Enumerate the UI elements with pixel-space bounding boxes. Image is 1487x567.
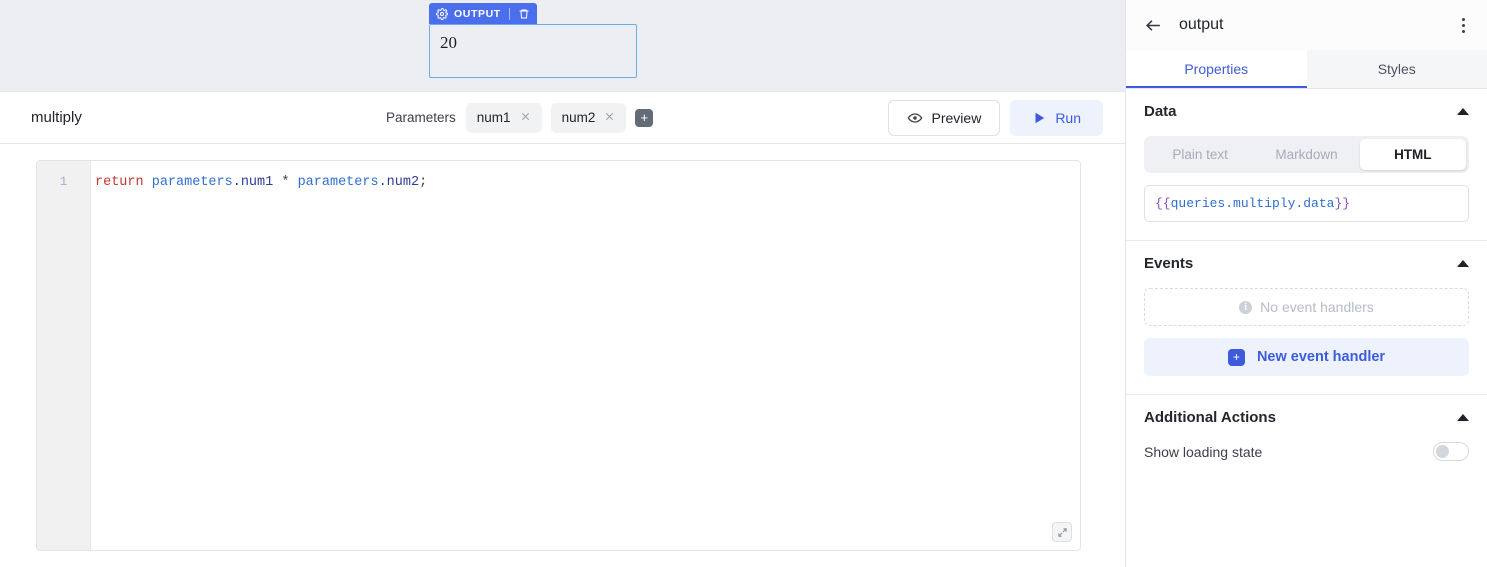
panel-tabs: Properties Styles	[1126, 50, 1487, 89]
inspector-panel: output Properties Styles Data Plain text…	[1125, 0, 1487, 567]
eye-icon	[907, 110, 923, 126]
section-additional-actions: Additional Actions Show loading state	[1126, 395, 1487, 479]
no-event-handlers-text: No event handlers	[1260, 299, 1374, 315]
close-icon[interactable]	[520, 110, 531, 125]
close-icon[interactable]	[604, 110, 615, 125]
section-data-header: Data	[1144, 103, 1469, 120]
parameter-chip[interactable]: num1	[466, 103, 542, 133]
output-component[interactable]: 20	[429, 24, 637, 78]
binding-close: }}	[1334, 196, 1350, 211]
tab-divider	[509, 8, 510, 20]
app-canvas: OUTPUT 20	[0, 0, 1125, 92]
parameter-chip[interactable]: num2	[551, 103, 627, 133]
code-token-property: .num2	[379, 175, 420, 190]
query-editor-app: OUTPUT 20 multiply Parameters num1	[0, 0, 1487, 567]
format-option-markdown[interactable]: Markdown	[1253, 139, 1359, 170]
back-arrow-icon[interactable]	[1144, 16, 1163, 35]
binding-path: queries.multiply.data	[1171, 196, 1335, 211]
line-number: 1	[37, 173, 90, 192]
code-token-object: parameters	[298, 175, 379, 190]
output-tab-label: OUTPUT	[454, 8, 501, 20]
run-label: Run	[1055, 110, 1081, 126]
section-events-title: Events	[1144, 255, 1193, 272]
section-additional-actions-title: Additional Actions	[1144, 409, 1276, 426]
trash-icon[interactable]	[518, 8, 530, 20]
section-data: Data Plain text Markdown HTML {{queries.…	[1126, 89, 1487, 241]
show-loading-state-toggle[interactable]	[1433, 442, 1469, 461]
caret-up-icon[interactable]	[1457, 260, 1469, 267]
code-token-keyword: return	[95, 175, 144, 190]
panel-title: output	[1179, 16, 1442, 34]
section-events-header: Events	[1144, 255, 1469, 272]
section-events: Events i No event handlers + New event h…	[1126, 241, 1487, 395]
code-editor[interactable]: 1 return parameters.num1 * parameters.nu…	[36, 160, 1081, 551]
new-event-handler-button[interactable]: + New event handler	[1144, 338, 1469, 376]
format-option-html[interactable]: HTML	[1360, 139, 1466, 170]
data-value-input[interactable]: {{queries.multiply.data}}	[1144, 185, 1469, 222]
code-token-property: .num1	[233, 175, 274, 190]
section-data-title: Data	[1144, 103, 1177, 120]
no-event-handlers-placeholder: i No event handlers	[1144, 288, 1469, 326]
preview-label: Preview	[932, 110, 982, 126]
tab-properties[interactable]: Properties	[1126, 50, 1307, 88]
code-token-space	[144, 175, 152, 190]
info-icon: i	[1239, 301, 1252, 314]
section-additional-actions-header: Additional Actions	[1144, 409, 1469, 426]
show-loading-state-label: Show loading state	[1144, 444, 1262, 460]
caret-up-icon[interactable]	[1457, 414, 1469, 421]
code-token-terminator: ;	[419, 175, 427, 190]
toolbar-actions: Preview Run	[888, 100, 1103, 136]
run-button[interactable]: Run	[1010, 100, 1103, 136]
parameters-label: Parameters	[386, 110, 456, 125]
preview-button[interactable]: Preview	[888, 100, 1001, 136]
tab-styles[interactable]: Styles	[1307, 50, 1487, 88]
kebab-menu-icon[interactable]	[1458, 14, 1469, 37]
code-editor-area: 1 return parameters.num1 * parameters.nu…	[0, 144, 1125, 567]
expand-icon[interactable]	[1052, 522, 1072, 542]
code-token-operator: *	[273, 175, 297, 190]
add-parameter-button[interactable]: +	[635, 109, 653, 127]
main-area: OUTPUT 20 multiply Parameters num1	[0, 0, 1125, 567]
query-name[interactable]: multiply	[31, 109, 82, 126]
plus-icon: +	[1228, 349, 1245, 366]
parameters-block: Parameters num1 num2	[386, 103, 653, 133]
parameter-name: num2	[562, 110, 596, 125]
data-format-segmented-control: Plain text Markdown HTML	[1144, 136, 1469, 173]
editor-gutter: 1	[37, 161, 91, 550]
gear-icon[interactable]	[436, 8, 448, 20]
code-token-object: parameters	[152, 175, 233, 190]
play-icon	[1032, 111, 1046, 125]
output-component-value: 20	[430, 25, 636, 61]
output-component-tab[interactable]: OUTPUT	[429, 3, 537, 24]
format-option-plain-text[interactable]: Plain text	[1147, 139, 1253, 170]
parameter-name: num1	[477, 110, 511, 125]
caret-up-icon[interactable]	[1457, 108, 1469, 115]
editor-code-content[interactable]: return parameters.num1 * parameters.num2…	[91, 161, 1080, 550]
show-loading-state-row: Show loading state	[1144, 442, 1469, 461]
query-toolbar: multiply Parameters num1 num2	[0, 92, 1125, 144]
binding-open: {{	[1155, 196, 1171, 211]
panel-header: output	[1126, 0, 1487, 50]
new-event-handler-label: New event handler	[1257, 349, 1385, 365]
panel-body: Data Plain text Markdown HTML {{queries.…	[1126, 89, 1487, 567]
